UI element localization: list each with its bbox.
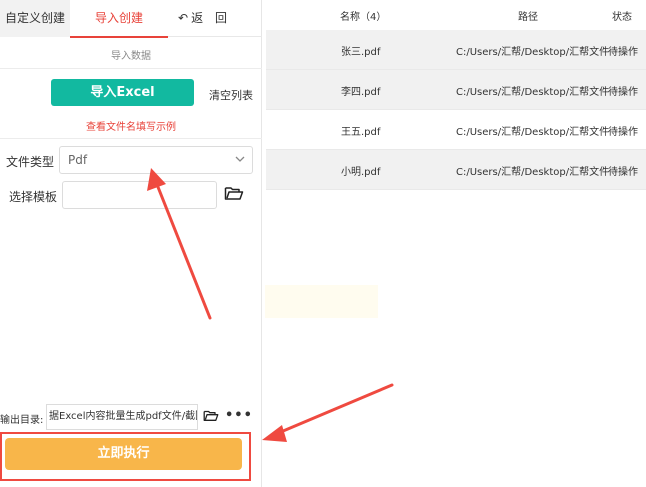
tab-custom-create[interactable]: 自定义创建 — [0, 0, 70, 37]
cell-name: 小明.pdf — [341, 167, 381, 178]
cell-path: C:/Users/汇帮/Desktop/汇帮文件 — [456, 167, 610, 178]
clear-list-button[interactable]: 清空列表 — [209, 87, 253, 103]
faded-overlay — [265, 285, 378, 318]
restore-button[interactable]: 回 — [215, 0, 227, 37]
more-dots-icon[interactable]: ••• — [225, 408, 253, 423]
table-header: 名称（4） 路径 状态 — [262, 0, 646, 30]
column-header-name[interactable]: 名称（4） — [340, 8, 386, 23]
undo-arrow-icon: ↶ — [178, 11, 189, 25]
table-row[interactable]: 王五.pdf C:/Users/汇帮/Desktop/汇帮文件 待操作 — [266, 110, 646, 150]
import-excel-button[interactable]: 导入Excel — [51, 79, 194, 106]
file-type-select[interactable]: Pdf — [59, 146, 253, 174]
run-now-button[interactable]: 立即执行 — [5, 438, 242, 470]
cell-status: 待操作 — [608, 47, 638, 58]
cell-path: C:/Users/汇帮/Desktop/汇帮文件 — [456, 127, 610, 138]
back-label: 返 — [191, 11, 204, 25]
cell-path: C:/Users/汇帮/Desktop/汇帮文件 — [456, 87, 610, 98]
file-type-value: Pdf — [68, 153, 88, 167]
table-row[interactable]: 张三.pdf C:/Users/汇帮/Desktop/汇帮文件 待操作 — [266, 30, 646, 70]
divider — [0, 138, 262, 139]
folder-open-icon[interactable] — [224, 185, 244, 201]
left-panel: 自定义创建 导入创建 ↶ 返 回 导入数据 导入Excel 清空列表 查看文件名填… — [0, 0, 262, 487]
table-row[interactable]: 小明.pdf C:/Users/汇帮/Desktop/汇帮文件 待操作 — [266, 150, 646, 190]
cell-name: 张三.pdf — [341, 47, 381, 58]
cell-status: 待操作 — [608, 167, 638, 178]
back-button[interactable]: ↶ 返 — [178, 0, 203, 37]
template-label: 选择模板 — [9, 190, 58, 204]
tab-import-create[interactable]: 导入创建 — [70, 0, 168, 38]
table-row[interactable]: 李四.pdf C:/Users/汇帮/Desktop/汇帮文件 待操作 — [266, 70, 646, 110]
file-type-label: 文件类型 — [6, 155, 55, 169]
template-input[interactable] — [62, 181, 217, 209]
active-tab-indicator — [70, 36, 168, 38]
folder-open-icon[interactable] — [203, 409, 219, 422]
cell-status: 待操作 — [608, 127, 638, 138]
file-list-panel: 名称（4） 路径 状态 张三.pdf C:/Users/汇帮/Desktop/汇… — [262, 0, 646, 487]
tab-import-label: 导入创建 — [94, 11, 143, 25]
output-dir-label: 输出目录: — [0, 415, 44, 426]
tab-bar: 自定义创建 导入创建 ↶ 返 回 — [0, 0, 262, 38]
chevron-down-icon — [235, 156, 245, 162]
column-header-status[interactable]: 状态 — [612, 8, 632, 23]
cell-path: C:/Users/汇帮/Desktop/汇帮文件 — [456, 47, 610, 58]
section-title: 导入数据 — [111, 51, 151, 62]
divider — [0, 68, 262, 69]
output-dir-input[interactable]: 据Excel内容批量生成pdf文件/截图 — [46, 404, 198, 430]
cell-name: 李四.pdf — [341, 87, 381, 98]
column-header-path[interactable]: 路径 — [518, 8, 538, 23]
view-example-link[interactable]: 查看文件名填写示例 — [0, 118, 262, 133]
cell-status: 待操作 — [608, 87, 638, 98]
cell-name: 王五.pdf — [341, 127, 381, 138]
